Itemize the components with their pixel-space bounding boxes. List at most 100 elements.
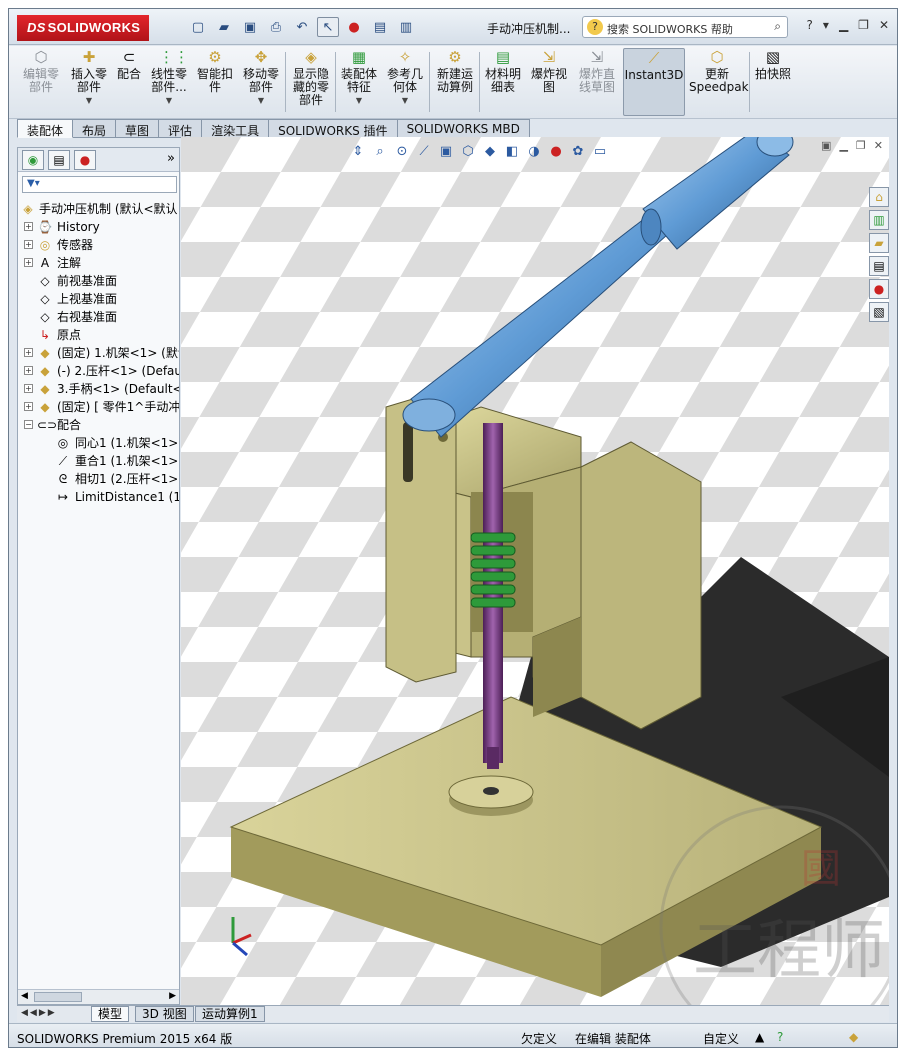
restore-icon[interactable]: ❐ — [858, 18, 869, 32]
tree-item-mate[interactable]: ↦ LimitDistance1 (1. — [18, 488, 179, 506]
graphics-area[interactable]: 國 工程师 ⇕ ⌕ ⊙ ⟋ ▣ ⬡ ◆ ◧ ◑ ● ✿ ▭ ▣ ▁ ❐ ✕ ⌂ … — [181, 137, 889, 1005]
expand-toggle[interactable]: + — [24, 240, 33, 249]
tree-item-history[interactable]: + ⌚ History — [18, 218, 179, 236]
new-document-icon[interactable]: ▢ — [187, 17, 209, 37]
tab-motion-study[interactable]: 运动算例1 — [195, 1006, 265, 1022]
expand-toggle[interactable]: + — [24, 366, 33, 375]
scroll-right-icon[interactable]: ▶ — [169, 991, 176, 1001]
tree-item-top-plane[interactable]: ◇ 上视基准面 — [18, 290, 179, 308]
instant3d-button[interactable]: ⟋ Instant3D — [623, 48, 685, 116]
tree-item-front-plane[interactable]: ◇ 前视基准面 — [18, 272, 179, 290]
tab-sketch[interactable]: 草图 — [116, 119, 160, 138]
tree-item-part[interactable]: + ◆ 3.手柄<1> (Default< — [18, 380, 179, 398]
chevron-right-icon[interactable]: » — [167, 151, 175, 166]
expand-toggle[interactable]: + — [24, 402, 33, 411]
chevron-up-icon[interactable]: ▲ — [755, 1030, 764, 1044]
exploded-view-button[interactable]: ⇲ 爆炸视 图 — [529, 48, 569, 116]
edit-appearance-icon[interactable]: ◑ — [525, 143, 543, 161]
horizontal-scrollbar[interactable]: ◀ ▶ — [18, 989, 179, 1004]
model-view[interactable]: 國 工程师 — [181, 137, 889, 1005]
minimize-icon[interactable]: ▁ — [839, 18, 848, 32]
minimize-icon[interactable]: ▁ — [839, 139, 847, 152]
zoom-to-area-icon[interactable]: ⌕ — [371, 143, 389, 161]
tree-item-mates[interactable]: − ⊂⊃ 配合 — [18, 416, 179, 434]
move-component-button[interactable]: ✥ 移动零 部件 ▼ — [239, 48, 283, 116]
dropdown-arrow-icon[interactable]: ▼ — [339, 94, 379, 107]
assembly-features-button[interactable]: ▦ 装配体 特征 ▼ — [339, 48, 379, 116]
insert-component-button[interactable]: ✚ 插入零 部件 ▼ — [67, 48, 111, 116]
tree-item-mate[interactable]: ⟋ 重合1 (1.机架<1>, — [18, 452, 179, 470]
tab-solidworks-mbd[interactable]: SOLIDWORKS MBD — [397, 119, 530, 138]
home-icon[interactable]: ⌂ — [869, 187, 889, 207]
search-icon[interactable]: ⌕ — [774, 19, 781, 34]
maximize-icon[interactable]: ❐ — [856, 139, 866, 152]
tab-render-tools[interactable]: 渲染工具 — [202, 119, 270, 138]
show-hidden-components-button[interactable]: ◈ 显示隐 藏的零 部件 — [289, 48, 333, 116]
dropdown-arrow-icon[interactable]: ▼ — [239, 94, 283, 107]
unit-system[interactable]: 自定义 — [703, 1030, 739, 1047]
bill-of-materials-button[interactable]: ▤ 材料明 细表 — [483, 48, 523, 116]
tab-model[interactable]: 模型 — [91, 1006, 130, 1022]
tree-item-mate[interactable]: ᘓ 相切1 (2.压杆<1>, — [18, 470, 179, 488]
tab-solidworks-addins[interactable]: SOLIDWORKS 插件 — [269, 119, 398, 138]
view-palette-icon[interactable]: ▤ — [869, 256, 889, 276]
display-pane-icon[interactable]: ▭ — [591, 143, 609, 161]
tab-navigation-icon[interactable]: ◀◀▶▶ — [21, 1008, 57, 1018]
take-snapshot-button[interactable]: ▧ 拍快照 — [753, 48, 793, 116]
tab-evaluate[interactable]: 评估 — [159, 119, 203, 138]
expand-toggle[interactable]: + — [24, 384, 33, 393]
zoom-to-fit-icon[interactable]: ⇕ — [349, 143, 367, 161]
expand-toggle[interactable]: + — [24, 222, 33, 231]
tree-item-part[interactable]: + ◆ (固定) 1.机架<1> (默认 — [18, 344, 179, 362]
explode-line-sketch-button[interactable]: ⇲ 爆炸直 线草图 — [573, 48, 621, 116]
view-orientation-icon[interactable]: ⬡ — [459, 143, 477, 161]
hide-show-items-icon[interactable]: ◧ — [503, 143, 521, 161]
feature-tree-tab-icon[interactable]: ◉ — [22, 150, 44, 170]
options-icon[interactable]: ▥ — [395, 17, 417, 37]
design-library-icon[interactable]: ▥ — [869, 210, 889, 230]
property-manager-tab-icon[interactable]: ▤ — [48, 150, 70, 170]
custom-properties-icon[interactable]: ▧ — [869, 302, 889, 322]
dynamic-annotation-icon[interactable]: ▣ — [437, 143, 455, 161]
mate-button[interactable]: ⊂ 配合 — [113, 48, 145, 116]
display-style-icon[interactable]: ◆ — [481, 143, 499, 161]
help-search-input[interactable]: ? 搜索 SOLIDWORKS 帮助 ⌕ — [582, 16, 788, 38]
section-view-icon[interactable]: ⟋ — [415, 143, 433, 161]
traffic-light-icon[interactable]: ● — [343, 17, 365, 37]
restore-icon[interactable]: ▣ — [821, 139, 831, 152]
select-arrow-icon[interactable]: ↖ — [317, 17, 339, 37]
dropdown-arrow-icon[interactable]: ▼ — [385, 94, 425, 107]
print-icon[interactable]: ⎙ — [265, 17, 287, 37]
tab-assembly[interactable]: 装配体 — [17, 119, 74, 138]
tag-icon[interactable]: ◆ — [849, 1030, 858, 1044]
apply-scene-icon[interactable]: ● — [547, 143, 565, 161]
rebuild-status-icon[interactable]: ? — [777, 1030, 783, 1044]
close-icon[interactable]: ✕ — [879, 18, 889, 32]
undo-icon[interactable]: ↶ — [291, 17, 313, 37]
dropdown-arrow-icon[interactable]: ▼ — [67, 94, 111, 107]
tree-item-part[interactable]: + ◆ (固定) [ 零件1^手动冲 — [18, 398, 179, 416]
help-icon[interactable]: ? — [807, 18, 813, 32]
expand-toggle[interactable]: + — [24, 348, 33, 357]
tree-item-part[interactable]: + ◆ (-) 2.压杆<1> (Defau — [18, 362, 179, 380]
tree-item-right-plane[interactable]: ◇ 右视基准面 — [18, 308, 179, 326]
view-settings-icon[interactable]: ✿ — [569, 143, 587, 161]
appearance-tab-icon[interactable]: ● — [74, 150, 96, 170]
reference-geometry-button[interactable]: ✧ 参考几 何体 ▼ — [385, 48, 425, 116]
save-icon[interactable]: ▣ — [239, 17, 261, 37]
chevron-down-icon[interactable]: ▾ — [823, 18, 829, 32]
dropdown-arrow-icon[interactable]: ▼ — [147, 94, 191, 107]
tree-item-annotations[interactable]: + A 注解 — [18, 254, 179, 272]
expand-toggle[interactable]: − — [24, 420, 33, 429]
appearances-icon[interactable]: ● — [869, 279, 889, 299]
scroll-left-icon[interactable]: ◀ — [21, 991, 28, 1001]
edit-component-button[interactable]: ⬡ 编辑零 部件 — [15, 48, 67, 116]
scroll-thumb[interactable] — [34, 992, 82, 1002]
tree-item-origin[interactable]: ↳ 原点 — [18, 326, 179, 344]
tree-root[interactable]: ◈ 手动冲压机制 (默认<默认 — [18, 200, 179, 218]
new-motion-study-button[interactable]: ⚙ 新建运 动算例 — [433, 48, 477, 116]
tab-layout[interactable]: 布局 — [73, 119, 117, 138]
previous-view-icon[interactable]: ⊙ — [393, 143, 411, 161]
solidworks-logo[interactable]: DS SOLIDWORKS — [17, 15, 149, 41]
file-properties-icon[interactable]: ▤ — [369, 17, 391, 37]
